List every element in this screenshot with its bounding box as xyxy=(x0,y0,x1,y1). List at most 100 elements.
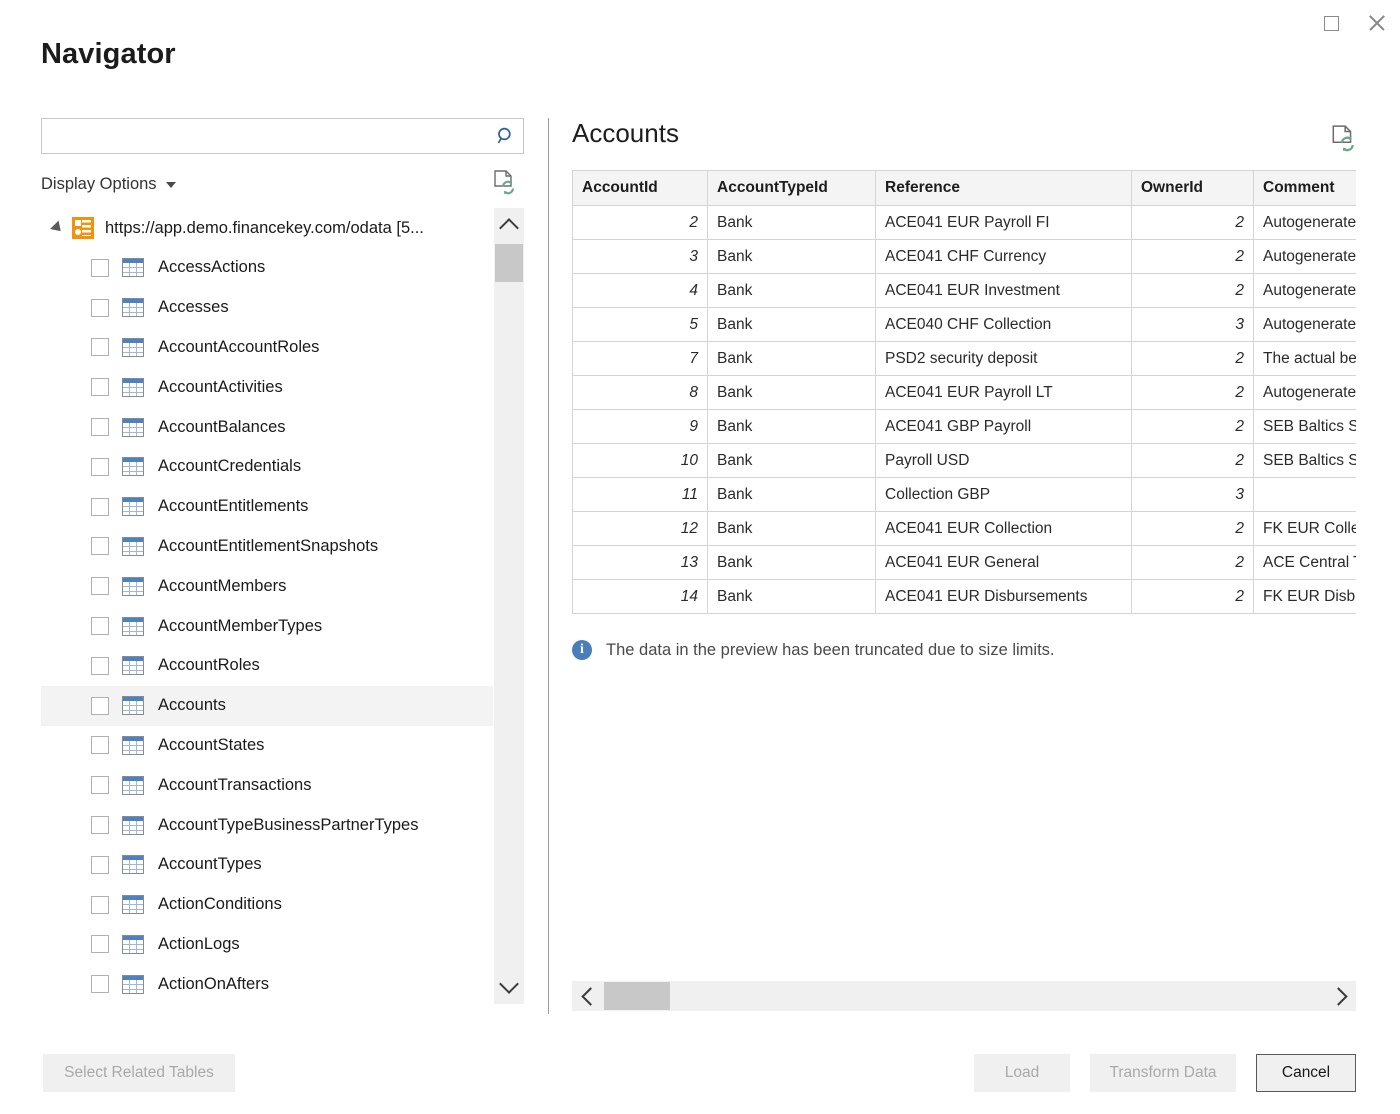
tree-item-checkbox[interactable] xyxy=(91,816,109,834)
scroll-left-button[interactable] xyxy=(572,981,604,1011)
tree-item[interactable]: AccountBalances xyxy=(41,407,494,447)
tree-item[interactable]: Accesses xyxy=(41,288,494,328)
tree-item[interactable]: AccountTypes xyxy=(41,845,494,885)
table-icon xyxy=(122,736,144,755)
table-row[interactable]: 8BankACE041 EUR Payroll LT2Autogenerated xyxy=(573,376,1357,410)
tree-item-label: AccountStates xyxy=(158,736,264,755)
vertical-scroll-thumb[interactable] xyxy=(495,244,523,282)
column-header[interactable]: AccountTypeId xyxy=(708,171,876,206)
tree-item[interactable]: AccountTypeBusinessPartnerTypes xyxy=(41,805,494,845)
tree-item-checkbox[interactable] xyxy=(91,776,109,794)
select-related-tables-button[interactable]: Select Related Tables xyxy=(43,1054,235,1092)
table-icon xyxy=(122,935,144,954)
horizontal-scroll-thumb[interactable] xyxy=(604,982,670,1010)
tree-item-checkbox[interactable] xyxy=(91,896,109,914)
tree-item-checkbox[interactable] xyxy=(91,736,109,754)
preview-horizontal-scrollbar[interactable] xyxy=(572,981,1356,1011)
column-header[interactable]: Reference xyxy=(876,171,1132,206)
table-row[interactable]: 9BankACE041 GBP Payroll2SEB Baltics Sa xyxy=(573,410,1357,444)
tree-item[interactable]: AccountMembers xyxy=(41,566,494,606)
tree-item-checkbox[interactable] xyxy=(91,498,109,516)
tree-item-checkbox[interactable] xyxy=(91,458,109,476)
tree-item-checkbox[interactable] xyxy=(91,577,109,595)
search-icon[interactable] xyxy=(489,126,523,146)
table-row[interactable]: 7BankPSD2 security deposit2The actual be xyxy=(573,342,1357,376)
triangle-expanded-icon xyxy=(50,221,65,236)
refresh-preview-icon-right[interactable] xyxy=(1330,118,1356,157)
close-button[interactable] xyxy=(1354,0,1400,46)
expander-toggle[interactable] xyxy=(48,222,68,234)
table-cell: The actual be xyxy=(1254,342,1357,376)
tree-item[interactable]: AccountActivities xyxy=(41,367,494,407)
tree-item-checkbox[interactable] xyxy=(91,537,109,555)
table-row[interactable]: 10BankPayroll USD2SEB Baltics Sa xyxy=(573,444,1357,478)
table-cell: 2 xyxy=(1132,342,1254,376)
maximize-icon xyxy=(1324,16,1339,31)
scroll-right-button[interactable] xyxy=(1324,981,1356,1011)
close-icon xyxy=(1367,13,1387,33)
source-tree: https://app.demo.financekey.com/odata [5… xyxy=(41,208,494,1004)
table-icon xyxy=(122,816,144,835)
tree-item-checkbox[interactable] xyxy=(91,856,109,874)
table-cell: 9 xyxy=(573,410,708,444)
scroll-down-button[interactable] xyxy=(494,968,524,1004)
table-cell: Bank xyxy=(708,308,876,342)
tree-item-checkbox[interactable] xyxy=(91,299,109,317)
table-cell: ACE041 CHF Currency xyxy=(876,240,1132,274)
table-cell: 11 xyxy=(573,478,708,512)
tree-item-checkbox[interactable] xyxy=(91,418,109,436)
table-icon xyxy=(122,418,144,437)
tree-item-checkbox[interactable] xyxy=(91,378,109,396)
tree-item-checkbox[interactable] xyxy=(91,697,109,715)
tree-item-checkbox[interactable] xyxy=(91,657,109,675)
tree-item-checkbox[interactable] xyxy=(91,935,109,953)
tree-item[interactable]: AccountEntitlementSnapshots xyxy=(41,527,494,567)
column-header[interactable]: OwnerId xyxy=(1132,171,1254,206)
table-row[interactable]: 4BankACE041 EUR Investment2Autogenerated xyxy=(573,274,1357,308)
tree-item[interactable]: Accounts xyxy=(41,686,494,726)
table-row[interactable]: 5BankACE040 CHF Collection3Autogenerated xyxy=(573,308,1357,342)
tree-item[interactable]: AccountTransactions xyxy=(41,765,494,805)
search-input[interactable] xyxy=(42,119,489,153)
tree-item[interactable]: ActionConditions xyxy=(41,885,494,925)
table-row[interactable]: 14BankACE041 EUR Disbursements2FK EUR Di… xyxy=(573,580,1357,614)
tree-item[interactable]: AccessActions xyxy=(41,248,494,288)
table-cell: Bank xyxy=(708,410,876,444)
table-row[interactable]: 12BankACE041 EUR Collection2FK EUR Colle xyxy=(573,512,1357,546)
chevron-up-icon xyxy=(499,218,519,238)
table-row[interactable]: 2BankACE041 EUR Payroll FI2Autogenerated xyxy=(573,206,1357,240)
tree-root-node[interactable]: https://app.demo.financekey.com/odata [5… xyxy=(41,208,494,248)
tree-item-checkbox[interactable] xyxy=(91,338,109,356)
table-row[interactable]: 3BankACE041 CHF Currency2Autogenerated xyxy=(573,240,1357,274)
tree-item[interactable]: AccountStates xyxy=(41,726,494,766)
tree-item[interactable]: AccountMemberTypes xyxy=(41,606,494,646)
tree-vertical-scrollbar[interactable] xyxy=(493,208,524,1004)
load-button[interactable]: Load xyxy=(974,1054,1070,1092)
table-icon xyxy=(122,975,144,994)
tree-item[interactable]: AccountAccountRoles xyxy=(41,328,494,368)
cancel-button[interactable]: Cancel xyxy=(1256,1054,1356,1092)
maximize-button[interactable] xyxy=(1308,0,1354,46)
column-header[interactable]: Comment xyxy=(1254,171,1357,206)
tree-item-checkbox[interactable] xyxy=(91,259,109,277)
scroll-up-button[interactable] xyxy=(494,208,524,244)
table-icon xyxy=(122,855,144,874)
transform-data-button[interactable]: Transform Data xyxy=(1090,1054,1236,1092)
refresh-preview-icon-left[interactable] xyxy=(492,169,516,200)
tree-item[interactable]: ActionLogs xyxy=(41,925,494,965)
table-row[interactable]: 13BankACE041 EUR General2ACE Central T xyxy=(573,546,1357,580)
display-options-button[interactable]: Display Options xyxy=(41,175,176,194)
table-cell: 2 xyxy=(1132,580,1254,614)
tree-item[interactable]: AccountRoles xyxy=(41,646,494,686)
table-row[interactable]: 11BankCollection GBP3 xyxy=(573,478,1357,512)
display-options-label: Display Options xyxy=(41,175,157,194)
table-cell: ACE Central T xyxy=(1254,546,1357,580)
tree-item[interactable]: AccountCredentials xyxy=(41,447,494,487)
column-header[interactable]: AccountId xyxy=(573,171,708,206)
tree-item-checkbox[interactable] xyxy=(91,975,109,993)
tree-item-checkbox[interactable] xyxy=(91,617,109,635)
tree-item[interactable]: AccountEntitlements xyxy=(41,487,494,527)
tree-item-label: AccountTypes xyxy=(158,855,262,874)
tree-item[interactable]: ActionOnAfters xyxy=(41,964,494,1004)
search-box[interactable] xyxy=(41,118,524,154)
